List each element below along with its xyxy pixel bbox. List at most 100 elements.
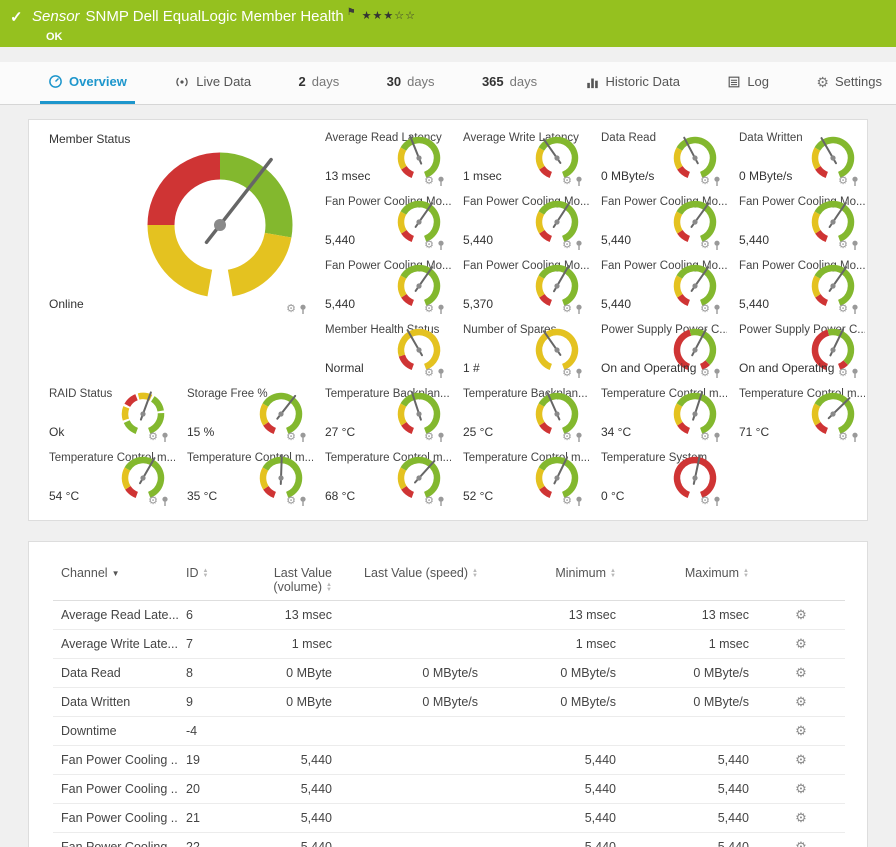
pin-icon[interactable] <box>575 368 583 379</box>
channel-name[interactable]: Fan Power Cooling ... <box>61 811 178 825</box>
pin-icon[interactable] <box>299 496 307 507</box>
channel-name[interactable]: Downtime <box>61 724 117 738</box>
gear-icon[interactable]: ⚙ <box>424 432 434 443</box>
pin-icon[interactable] <box>161 496 169 507</box>
tab-30-days[interactable]: 30 days <box>379 62 443 104</box>
pin-icon[interactable] <box>437 432 445 443</box>
channel-settings-icon[interactable]: ⚙ <box>795 636 807 651</box>
pin-icon[interactable] <box>851 240 859 251</box>
channel-settings-icon[interactable]: ⚙ <box>795 694 807 709</box>
col-last-value-speed[interactable]: Last Value (speed)▲▼ <box>340 558 486 601</box>
gauge-tile: Data Read0 MByte/s⚙ <box>591 126 729 190</box>
gear-icon[interactable]: ⚙ <box>286 496 296 507</box>
pin-icon[interactable] <box>437 496 445 507</box>
col-last-value-volume[interactable]: Last Value (volume)▲▼ <box>240 558 340 601</box>
gear-icon[interactable]: ⚙ <box>424 176 434 187</box>
gear-icon[interactable]: ⚙ <box>562 176 572 187</box>
gear-icon[interactable]: ⚙ <box>838 368 848 379</box>
pin-icon[interactable] <box>713 176 721 187</box>
col-channel[interactable]: Channel▼ <box>53 558 178 601</box>
channel-name[interactable]: Average Write Late... <box>61 637 178 651</box>
gear-icon[interactable]: ⚙ <box>838 240 848 251</box>
channel-settings-icon[interactable]: ⚙ <box>795 723 807 738</box>
channel-settings-icon[interactable]: ⚙ <box>795 781 807 796</box>
channel-name[interactable]: Data Written <box>61 695 130 709</box>
gear-icon[interactable]: ⚙ <box>286 304 296 315</box>
pin-icon[interactable] <box>851 304 859 315</box>
gear-icon[interactable]: ⚙ <box>562 432 572 443</box>
pin-icon[interactable] <box>575 304 583 315</box>
tab-live-data[interactable]: Live Data <box>166 62 259 104</box>
gear-icon[interactable]: ⚙ <box>562 240 572 251</box>
channel-name[interactable]: Fan Power Cooling ... <box>61 753 178 767</box>
tab-365-days[interactable]: 365 days <box>474 62 545 104</box>
pin-icon[interactable] <box>575 240 583 251</box>
gauge-grid: Member Status Online ⚙ Average Read Late… <box>29 124 867 510</box>
channel-settings-icon[interactable]: ⚙ <box>795 665 807 680</box>
gear-icon[interactable]: ⚙ <box>700 496 710 507</box>
col-minimum[interactable]: Minimum▲▼ <box>486 558 624 601</box>
last-value-speed: 0 MByte/s <box>340 688 486 717</box>
gear-icon[interactable]: ⚙ <box>424 368 434 379</box>
pin-icon[interactable] <box>713 240 721 251</box>
gear-icon[interactable]: ⚙ <box>148 432 158 443</box>
col-id[interactable]: ID▲▼ <box>178 558 240 601</box>
last-value-speed <box>340 775 486 804</box>
gear-icon[interactable]: ⚙ <box>700 176 710 187</box>
gear-icon[interactable]: ⚙ <box>838 432 848 443</box>
pin-icon[interactable] <box>437 368 445 379</box>
channel-name[interactable]: Fan Power Cooling ... <box>61 782 178 796</box>
channel-name[interactable]: Data Read <box>61 666 121 680</box>
tab-overview[interactable]: Overview <box>40 62 135 104</box>
pin-icon[interactable] <box>575 176 583 187</box>
gear-icon[interactable]: ⚙ <box>838 176 848 187</box>
channel-settings-icon[interactable]: ⚙ <box>795 752 807 767</box>
pin-icon[interactable] <box>851 432 859 443</box>
pin-icon[interactable] <box>713 304 721 315</box>
col-label: Maximum <box>685 566 739 580</box>
pin-icon[interactable] <box>437 176 445 187</box>
gear-icon[interactable]: ⚙ <box>700 304 710 315</box>
tab-log[interactable]: Log <box>719 62 777 104</box>
pin-icon[interactable] <box>713 432 721 443</box>
pin-icon[interactable] <box>713 368 721 379</box>
pin-icon[interactable] <box>575 432 583 443</box>
pin-icon[interactable] <box>299 304 307 315</box>
gauge-value: 5,370 <box>463 297 493 311</box>
channel-settings-icon[interactable]: ⚙ <box>795 607 807 622</box>
channel-settings-icon[interactable]: ⚙ <box>795 839 807 847</box>
priority-flag-icon[interactable]: ⚑ <box>347 7 356 18</box>
channel-settings-icon[interactable]: ⚙ <box>795 810 807 825</box>
channel-name[interactable]: Fan Power Cooling ... <box>61 840 178 847</box>
gear-icon[interactable]: ⚙ <box>838 304 848 315</box>
tab-label: Overview <box>69 74 127 89</box>
gear-icon[interactable]: ⚙ <box>424 240 434 251</box>
pin-icon[interactable] <box>437 240 445 251</box>
table-row: Data Written90 MByte0 MByte/s0 MByte/s0 … <box>53 688 845 717</box>
pin-icon[interactable] <box>851 368 859 379</box>
gear-icon[interactable]: ⚙ <box>148 496 158 507</box>
last-value-speed <box>340 804 486 833</box>
rating-stars[interactable]: ★★★☆☆ <box>362 10 416 22</box>
gear-icon[interactable]: ⚙ <box>700 368 710 379</box>
gear-icon[interactable]: ⚙ <box>424 496 434 507</box>
pin-icon[interactable] <box>437 304 445 315</box>
maximum-value: 5,440 <box>624 746 757 775</box>
gear-icon[interactable]: ⚙ <box>562 304 572 315</box>
gear-icon[interactable]: ⚙ <box>562 368 572 379</box>
pin-icon[interactable] <box>851 176 859 187</box>
gear-icon[interactable]: ⚙ <box>424 304 434 315</box>
gear-icon[interactable]: ⚙ <box>700 240 710 251</box>
col-maximum[interactable]: Maximum▲▼ <box>624 558 757 601</box>
gear-icon[interactable]: ⚙ <box>562 496 572 507</box>
pin-icon[interactable] <box>575 496 583 507</box>
tab-2-days[interactable]: 2 days <box>291 62 348 104</box>
tab-settings[interactable]: ⚙ Settings <box>808 62 890 104</box>
pin-icon[interactable] <box>161 432 169 443</box>
tab-historic-data[interactable]: Historic Data <box>577 62 688 104</box>
gear-icon[interactable]: ⚙ <box>700 432 710 443</box>
gear-icon[interactable]: ⚙ <box>286 432 296 443</box>
pin-icon[interactable] <box>713 496 721 507</box>
pin-icon[interactable] <box>299 432 307 443</box>
channel-name[interactable]: Average Read Late... <box>61 608 178 622</box>
